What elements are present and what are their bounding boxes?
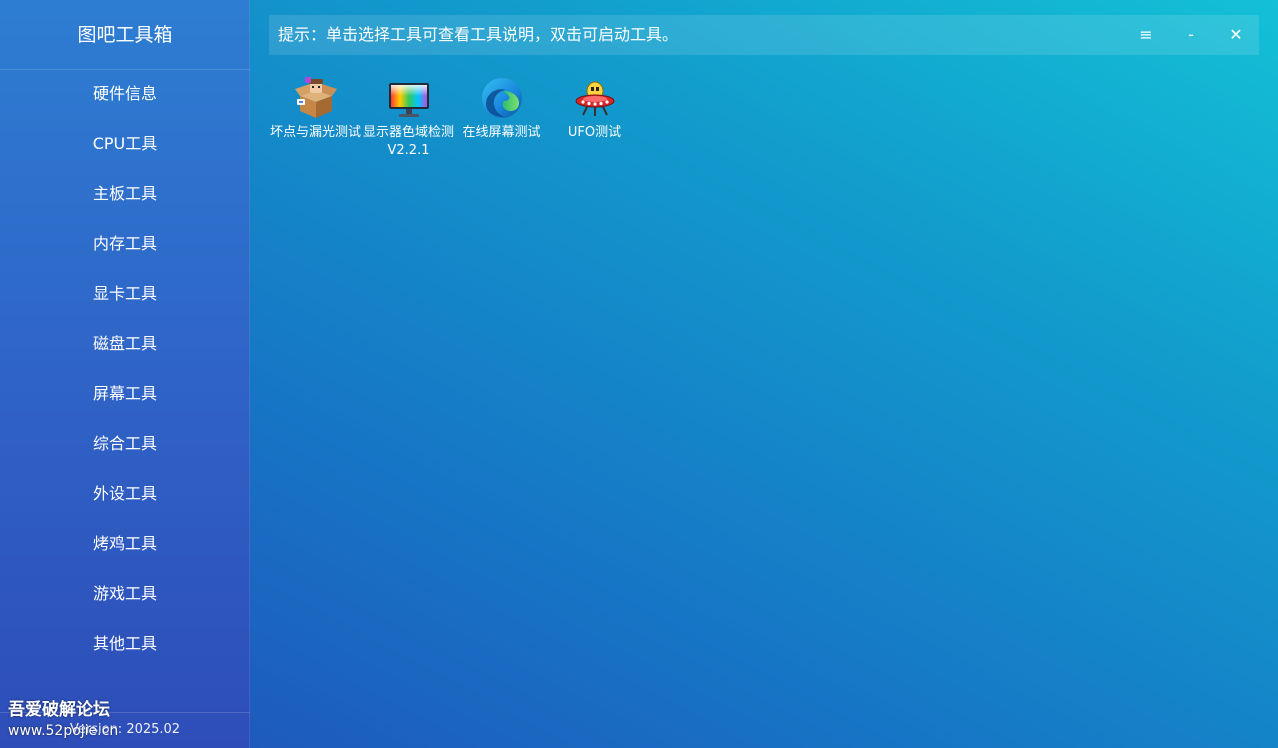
watermark-title: 吾爱破解论坛 — [8, 700, 110, 720]
color-monitor-icon — [388, 83, 429, 117]
sidebar-item-game-tools[interactable]: 游戏工具 — [0, 569, 250, 619]
sidebar-item-stress-test-tools[interactable]: 烤鸡工具 — [0, 519, 250, 569]
sidebar-item-cpu-tools[interactable]: CPU工具 — [0, 119, 250, 169]
tool-label: 坏点与漏光测试 — [269, 125, 361, 140]
app-title: 图吧工具箱 — [0, 0, 250, 70]
sidebar-item-gpu-tools[interactable]: 显卡工具 — [0, 269, 250, 319]
sidebar-item-general-tools[interactable]: 综合工具 — [0, 419, 250, 469]
watermark: 吾爱破解论坛 www.52pojie.cn — [8, 699, 118, 741]
tool-label: UFO测试 — [567, 125, 622, 140]
hint-bar: 提示：单击选择工具可查看工具说明，双击可启动工具。 ≡ - ✕ — [269, 15, 1259, 55]
hint-text: 提示：单击选择工具可查看工具说明，双击可启动工具。 — [278, 25, 679, 44]
menu-icon[interactable]: ≡ — [1124, 15, 1168, 55]
sidebar-item-memory-tools[interactable]: 内存工具 — [0, 219, 250, 269]
tool-online-screen-test[interactable]: 在线屏幕测试 — [455, 76, 548, 142]
tool-dead-pixel-test[interactable]: 坏点与漏光测试 — [269, 76, 362, 142]
sidebar: 图吧工具箱 硬件信息 CPU工具 主板工具 内存工具 显卡工具 磁盘工具 屏幕工… — [0, 0, 250, 748]
sidebar-item-disk-tools[interactable]: 磁盘工具 — [0, 319, 250, 369]
tool-label: 在线屏幕测试 — [462, 125, 541, 140]
tool-ufo-test[interactable]: UFO测试 — [548, 76, 641, 142]
sidebar-item-hardware-info[interactable]: 硬件信息 — [0, 69, 250, 119]
watermark-url: www.52pojie.cn — [8, 723, 119, 739]
sidebar-item-motherboard-tools[interactable]: 主板工具 — [0, 169, 250, 219]
edge-browser-icon — [481, 78, 522, 118]
close-icon[interactable]: ✕ — [1214, 15, 1258, 55]
sidebar-item-other-tools[interactable]: 其他工具 — [0, 619, 250, 669]
tool-color-gamut-check[interactable]: 显示器色域检测V2.2.1 — [362, 76, 455, 160]
sidebar-item-peripheral-tools[interactable]: 外设工具 — [0, 469, 250, 519]
ufo-icon — [575, 81, 614, 116]
box-character-icon — [294, 77, 337, 118]
minimize-icon[interactable]: - — [1169, 15, 1213, 55]
sidebar-nav: 硬件信息 CPU工具 主板工具 内存工具 显卡工具 磁盘工具 屏幕工具 综合工具… — [0, 69, 250, 669]
tool-label: 显示器色域检测V2.2.1 — [362, 125, 454, 158]
sidebar-item-screen-tools[interactable]: 屏幕工具 — [0, 369, 250, 419]
